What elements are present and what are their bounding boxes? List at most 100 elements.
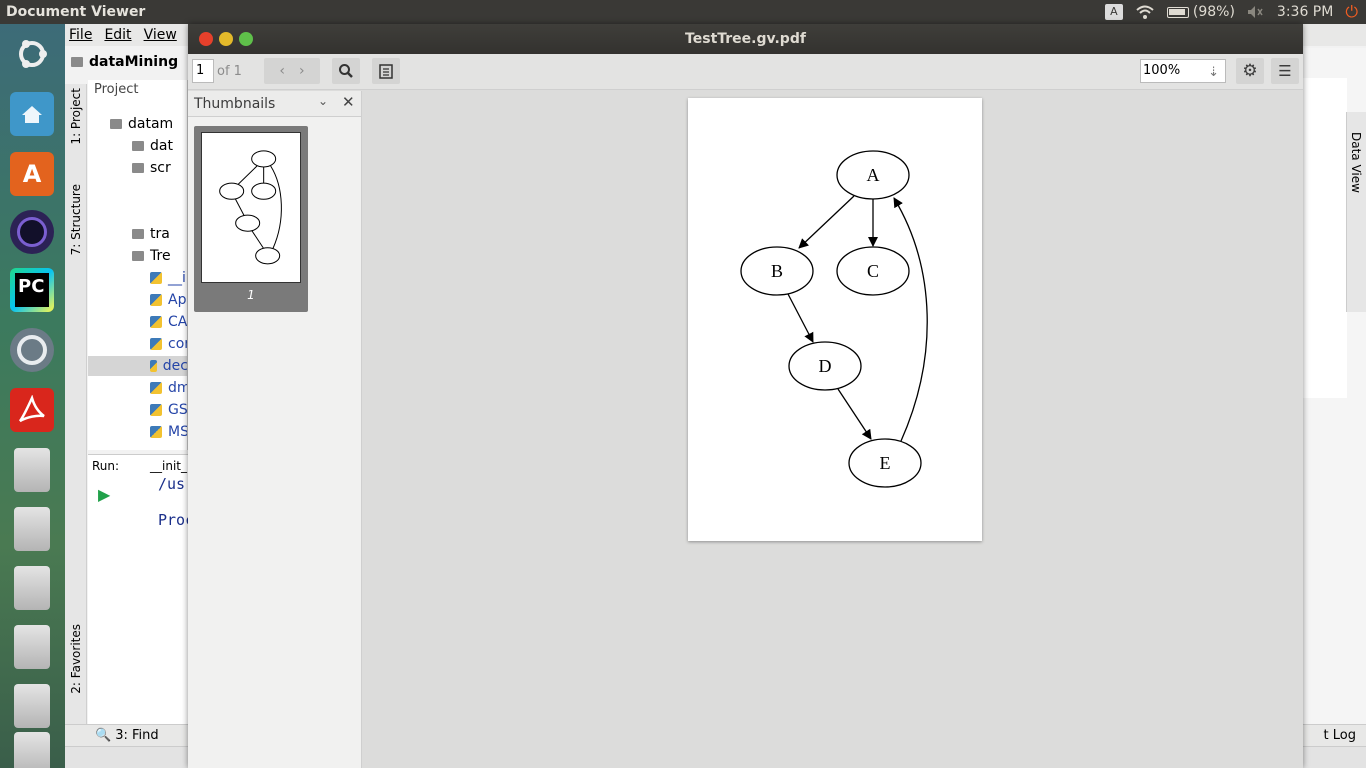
- close-window-button[interactable]: [199, 32, 213, 46]
- next-page-icon[interactable]: ›: [299, 63, 305, 79]
- drive-icon[interactable]: [14, 625, 50, 669]
- tree-item[interactable]: tra: [132, 224, 170, 244]
- drive-icon[interactable]: [14, 566, 50, 610]
- top-panel: Document Viewer A (98%) 3:36 PM ⏻: [0, 0, 1366, 24]
- page-thumbnail[interactable]: 1: [194, 126, 308, 312]
- search-icon: [339, 64, 353, 78]
- drive-icon[interactable]: [14, 732, 50, 768]
- clipboard-icon: [379, 64, 393, 79]
- menu-view[interactable]: View: [144, 27, 177, 43]
- breadcrumb-project[interactable]: dataMining: [89, 54, 178, 70]
- zoom-value: 100%: [1143, 63, 1181, 78]
- tab-find[interactable]: 3: Find: [115, 728, 158, 743]
- sidebar-header: Thumbnails ⌄ ✕: [188, 91, 361, 117]
- pycharm-icon[interactable]: PC: [10, 268, 54, 312]
- menu-button[interactable]: ☰: [1271, 58, 1299, 84]
- tab-event-log[interactable]: t Log: [1324, 728, 1356, 743]
- page-count-label: of 1: [217, 64, 242, 79]
- ide-breadcrumb[interactable]: dataMining: [65, 48, 195, 76]
- maximize-window-button[interactable]: [239, 32, 253, 46]
- annotations-button[interactable]: [372, 58, 400, 84]
- ide-left-toolbar: 1: Project 7: Structure 2: Favorites: [65, 84, 87, 744]
- edge-a-b: [798, 195, 855, 249]
- node-b-label: B: [771, 261, 783, 281]
- thumbnails-sidebar: Thumbnails ⌄ ✕ 1: [188, 91, 362, 768]
- volume-icon[interactable]: [1247, 5, 1265, 19]
- battery-percent: (98%): [1192, 4, 1235, 20]
- node-a-label: A: [867, 165, 880, 185]
- battery-icon: [1166, 6, 1189, 18]
- find-icon: 🔍: [95, 728, 112, 743]
- acrobat-reader-icon[interactable]: [10, 388, 54, 432]
- menu-edit[interactable]: Edit: [104, 27, 131, 43]
- tab-data-view[interactable]: Data View: [1346, 112, 1366, 312]
- tab-favorites[interactable]: 2: Favorites: [69, 624, 83, 694]
- thumbnail-graph: [219, 150, 282, 265]
- drive-icon[interactable]: [14, 507, 50, 551]
- thumbnail-page-number: 1: [247, 288, 255, 302]
- edge-d-e: [837, 388, 872, 440]
- pdf-page: A B C D E: [688, 98, 982, 541]
- close-icon[interactable]: ✕: [342, 93, 355, 111]
- hamburger-icon: ☰: [1278, 62, 1292, 80]
- page-number-input[interactable]: 1: [192, 59, 214, 83]
- files-home-icon[interactable]: [10, 92, 54, 136]
- ubuntu-dash-icon[interactable]: [10, 32, 54, 76]
- system-tray: A (98%) 3:36 PM ⏻: [1104, 2, 1366, 22]
- tree-graph: A B C D E: [740, 150, 928, 488]
- tree-item[interactable]: __i: [150, 268, 186, 288]
- gear-icon: ⚙: [1242, 61, 1258, 81]
- tree-item[interactable]: Tre: [132, 246, 171, 266]
- run-icon[interactable]: ▶: [98, 485, 110, 504]
- thumbnail-page: [201, 132, 301, 283]
- run-panel: Run: __init_ ▶ /us Proc: [88, 454, 194, 748]
- window-titlebar[interactable]: TestTree.gv.pdf: [188, 24, 1303, 54]
- tree-item[interactable]: cor: [150, 334, 187, 354]
- run-label: Run:: [92, 459, 120, 473]
- run-tab[interactable]: __init_: [150, 459, 187, 473]
- chromium-icon[interactable]: [10, 328, 54, 372]
- tab-project[interactable]: 1: Project: [69, 88, 83, 145]
- sidebar-title[interactable]: Thumbnails: [194, 96, 275, 112]
- editor-strip: [1303, 78, 1347, 398]
- minimize-window-button[interactable]: [219, 32, 233, 46]
- tree-item[interactable]: dat: [132, 136, 173, 156]
- tree-item[interactable]: scr: [132, 158, 171, 178]
- folder-icon: [71, 57, 83, 67]
- active-app-title: Document Viewer: [6, 4, 146, 20]
- tree-item[interactable]: GS: [150, 400, 187, 420]
- wifi-icon[interactable]: [1135, 4, 1155, 20]
- pycharm-label: PC: [15, 273, 49, 307]
- keyboard-layout-icon[interactable]: A: [1104, 4, 1123, 20]
- tree-item[interactable]: datam: [110, 114, 173, 134]
- project-tree-panel: Project datam dat scr tra Tre __i Ap CA …: [88, 80, 188, 450]
- clock[interactable]: 3:36 PM: [1277, 4, 1333, 20]
- edge-b-d: [787, 293, 814, 343]
- settings-button[interactable]: ⚙: [1236, 58, 1264, 84]
- tree-item[interactable]: MS: [150, 422, 187, 442]
- ide-right-area: Data View: [1302, 48, 1366, 724]
- previous-page-icon[interactable]: ‹: [279, 63, 285, 79]
- zoom-select[interactable]: 100% ⇣: [1140, 59, 1226, 83]
- tab-structure[interactable]: 7: Structure: [69, 184, 83, 255]
- search-button[interactable]: [332, 58, 360, 84]
- menu-file[interactable]: File: [69, 27, 92, 43]
- software-center-icon[interactable]: A: [10, 152, 54, 196]
- document-viewer-window: TestTree.gv.pdf 1 of 1 ‹ › 100% ⇣ ⚙ ☰ Th…: [188, 24, 1303, 768]
- window-title: TestTree.gv.pdf: [685, 31, 806, 47]
- eclipse-icon[interactable]: [10, 210, 54, 254]
- drive-icon[interactable]: [14, 448, 50, 492]
- tree-item-selected[interactable]: dec: [88, 356, 187, 376]
- node-c-label: C: [867, 261, 879, 281]
- chevron-down-icon[interactable]: ⌄: [318, 94, 328, 108]
- project-tab-label[interactable]: Project: [94, 82, 138, 97]
- node-e-label: E: [880, 453, 891, 473]
- tree-item[interactable]: Ap: [150, 290, 186, 310]
- arrow-down-icon: ⇣: [1208, 65, 1219, 80]
- power-icon[interactable]: ⏻: [1345, 2, 1358, 22]
- tree-item[interactable]: dm: [150, 378, 187, 398]
- battery-indicator[interactable]: (98%): [1166, 4, 1235, 20]
- edge-e-a: [893, 197, 928, 442]
- drive-icon[interactable]: [14, 684, 50, 728]
- tree-item[interactable]: CA: [150, 312, 187, 332]
